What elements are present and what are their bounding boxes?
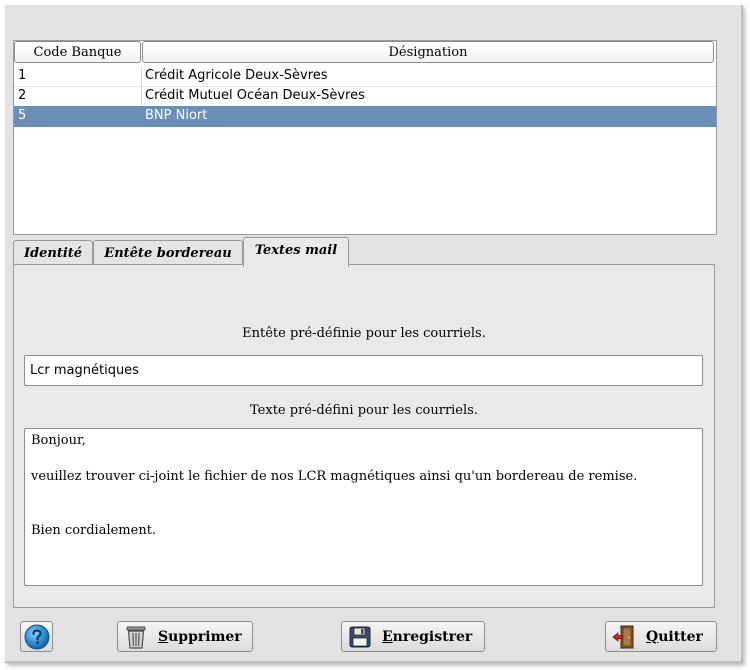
body-line: Bonjour, [31,433,86,448]
subject-input[interactable]: Lcr magnétiques [24,355,703,386]
tab-identite[interactable]: Identité [13,240,93,265]
body-label: Texte pré-défini pour les courriels. [250,403,478,418]
delete-label: Supprimer [158,628,242,645]
column-header-code[interactable]: Code Banque [14,41,141,63]
body-line: veuillez trouver ci-joint le fichier de … [31,469,638,484]
help-button[interactable] [20,621,53,652]
tab-bar: Identité Entête bordereau Textes mail [13,237,717,267]
row-designation: Crédit Agricole Deux-Sèvres [145,68,328,83]
body-textarea[interactable]: Bonjour, veuillez trouver ci-joint le fi… [24,428,703,586]
row-designation: Crédit Mutuel Océan Deux-Sèvres [145,88,365,103]
table-row-selected[interactable]: 5 BNP Niort [14,106,716,127]
body-line [31,504,696,522]
tab-entete-bordereau[interactable]: Entête bordereau [93,240,243,265]
row-code: 5 [14,106,142,126]
row-designation: BNP Niort [145,108,208,123]
save-button[interactable]: Enregistrer [341,621,485,652]
bank-table: Code Banque Désignation 1 Crédit Agricol… [13,40,717,235]
column-header-designation[interactable]: Désignation [142,41,714,63]
subject-label: Entête pré-définie pour les courriels. [242,326,486,341]
delete-button[interactable]: Supprimer [117,621,253,652]
trash-icon [126,626,146,649]
tab-textes-mail[interactable]: Textes mail [243,237,349,267]
row-code: 1 [14,66,142,86]
floppy-disk-icon [349,626,371,647]
table-header: Code Banque Désignation [14,41,716,66]
quit-label: Quitter [646,628,703,645]
body-line [31,486,696,504]
row-code: 2 [14,86,142,106]
table-row[interactable]: 1 Crédit Agricole Deux-Sèvres [14,66,716,87]
quit-button[interactable]: Quitter [605,621,717,652]
save-label: Enregistrer [382,628,473,645]
exit-door-icon [612,625,634,648]
bank-window: Code Banque Désignation 1 Crédit Agricol… [5,5,743,663]
tab-panel-textes-mail: Entête pré-définie pour les courriels. L… [13,264,715,608]
body-line: Bien cordialement. [31,523,157,538]
body-line [31,450,696,468]
table-row[interactable]: 2 Crédit Mutuel Océan Deux-Sèvres [14,86,716,107]
help-icon [24,624,49,649]
